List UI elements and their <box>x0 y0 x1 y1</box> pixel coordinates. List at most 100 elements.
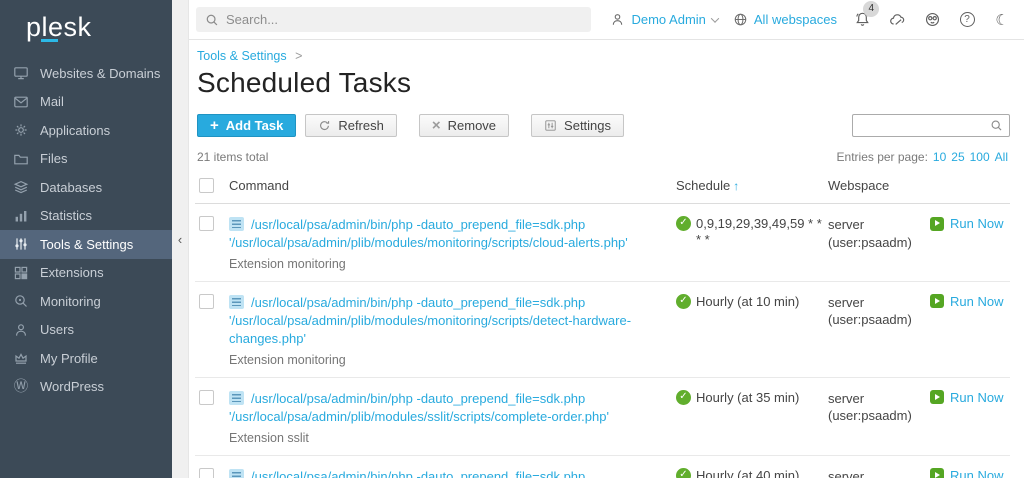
advisor-button[interactable] <box>922 10 942 30</box>
entries-per-page: Entries per page: 10 25 100 All <box>837 150 1008 164</box>
logo-underline-accent <box>41 39 58 42</box>
table-row: /usr/local/psa/admin/bin/php -dauto_prep… <box>195 204 1010 282</box>
settings-button[interactable]: Settings <box>531 114 624 137</box>
sidebar-item-files[interactable]: Files <box>0 145 172 174</box>
command-link[interactable]: /usr/local/psa/admin/bin/php -dauto_prep… <box>229 468 676 478</box>
schedule-value: 0,9,19,29,39,49,59 * * * * <box>696 216 828 249</box>
remove-label: Remove <box>448 118 496 133</box>
run-cell: Run Now <box>930 294 1010 309</box>
webspace-user: (user:psaadm) <box>828 234 930 252</box>
user-menu[interactable]: Demo Admin <box>610 12 717 27</box>
settings-sliders-icon <box>544 119 557 132</box>
row-checkbox[interactable] <box>199 390 214 405</box>
schedule-cell: ✓ 0,9,19,29,39,49,59 * * * * <box>676 216 828 249</box>
select-all-checkbox[interactable] <box>199 178 214 193</box>
run-now-label: Run Now <box>950 294 1003 309</box>
schedule-cell: ✓ Hourly (at 40 min) <box>676 468 828 478</box>
sidebar-collapse-rail[interactable]: ‹ <box>172 0 189 478</box>
command-link[interactable]: /usr/local/psa/admin/bin/php -dauto_prep… <box>229 390 676 426</box>
column-header-webspace[interactable]: Webspace <box>828 178 930 193</box>
breadcrumb-tools-settings-link[interactable]: Tools & Settings <box>197 49 287 63</box>
command-link[interactable]: /usr/local/psa/admin/bin/php -dauto_prep… <box>229 216 676 252</box>
command-script-icon <box>229 217 244 231</box>
refresh-button[interactable]: Refresh <box>305 114 397 137</box>
run-now-link[interactable]: Run Now <box>930 216 1003 231</box>
breadcrumb: Tools & Settings > <box>197 49 1010 63</box>
command-line-1: /usr/local/psa/admin/bin/php -dauto_prep… <box>251 469 585 478</box>
main-area: Demo Admin All webspaces 4 <box>189 0 1024 478</box>
entries-option-all[interactable]: All <box>995 150 1008 164</box>
plesk-logo[interactable]: plesk <box>0 0 172 55</box>
list-filter-input[interactable] <box>859 119 990 133</box>
run-now-link[interactable]: Run Now <box>930 468 1003 478</box>
webspace-user: (user:psaadm) <box>828 407 930 425</box>
refresh-label: Refresh <box>338 118 384 133</box>
command-line-2: '/usr/local/psa/admin/plib/modules/monit… <box>229 312 658 348</box>
command-link[interactable]: /usr/local/psa/admin/bin/php -dauto_prep… <box>229 294 676 348</box>
command-script-icon <box>229 469 244 478</box>
entries-option-100[interactable]: 100 <box>970 150 990 164</box>
global-search-input[interactable] <box>226 12 582 27</box>
webspace-selector[interactable]: All webspaces <box>733 12 837 27</box>
sidebar-item-applications[interactable]: Applications <box>0 116 172 145</box>
schedule-value: Hourly (at 10 min) <box>696 294 799 310</box>
sidebar-item-label: WordPress <box>40 379 104 394</box>
sidebar-item-users[interactable]: Users <box>0 316 172 345</box>
help-button[interactable]: ? <box>957 10 977 30</box>
row-checkbox[interactable] <box>199 216 214 231</box>
row-checkbox[interactable] <box>199 294 214 309</box>
topbar: Demo Admin All webspaces 4 <box>189 0 1024 40</box>
breadcrumb-separator: > <box>295 49 302 63</box>
schedule-value: Hourly (at 40 min) <box>696 468 799 478</box>
notifications-button[interactable]: 4 <box>852 10 872 30</box>
command-script-icon <box>229 391 244 405</box>
active-check-icon: ✓ <box>676 390 691 405</box>
sidebar-item-my-profile[interactable]: My Profile <box>0 344 172 373</box>
sidebar-item-monitoring[interactable]: Monitoring <box>0 287 172 316</box>
sidebar-item-statistics[interactable]: Statistics <box>0 202 172 231</box>
collapse-chevron-icon: ‹ <box>178 232 182 247</box>
sidebar-item-label: Mail <box>40 94 64 109</box>
sidebar-item-websites-domains[interactable]: Websites & Domains <box>0 59 172 88</box>
command-description: Extension sslit <box>229 431 676 445</box>
table-row: /usr/local/psa/admin/bin/php -dauto_prep… <box>195 456 1010 478</box>
sidebar-item-label: Monitoring <box>40 294 101 309</box>
command-line-2: '/usr/local/psa/admin/plib/modules/monit… <box>229 234 658 252</box>
row-checkbox[interactable] <box>199 468 214 478</box>
active-check-icon: ✓ <box>676 294 691 309</box>
entries-option-25[interactable]: 25 <box>951 150 964 164</box>
add-task-button[interactable]: + Add Task <box>197 114 296 137</box>
webspace-name: server <box>828 468 930 478</box>
sidebar-item-wordpress[interactable]: Ⓦ WordPress <box>0 373 172 402</box>
remove-button[interactable]: × Remove <box>419 114 509 137</box>
sidebar-item-label: Extensions <box>40 265 104 280</box>
user-icon <box>13 322 29 338</box>
run-now-link[interactable]: Run Now <box>930 294 1003 309</box>
user-menu-label: Demo Admin <box>631 12 705 27</box>
column-header-schedule[interactable]: Schedule↑ <box>676 178 828 193</box>
feedback-button[interactable] <box>887 10 907 30</box>
sidebar-item-mail[interactable]: Mail <box>0 88 172 117</box>
help-icon: ? <box>960 12 975 27</box>
notifications-badge: 4 <box>863 1 879 17</box>
sidebar-item-label: Files <box>40 151 67 166</box>
sidebar-item-databases[interactable]: Databases <box>0 173 172 202</box>
filter-search-icon[interactable] <box>990 119 1003 132</box>
sidebar-item-label: Tools & Settings <box>40 237 133 252</box>
dark-mode-toggle[interactable]: ☾ <box>992 10 1012 30</box>
sidebar: plesk Websites & Domains Mail Applicatio… <box>0 0 172 478</box>
folder-icon <box>13 151 29 167</box>
sidebar-item-extensions[interactable]: Extensions <box>0 259 172 288</box>
command-cell: /usr/local/psa/admin/bin/php -dauto_prep… <box>229 216 676 271</box>
webspace-name: server <box>828 390 930 408</box>
run-now-label: Run Now <box>950 390 1003 405</box>
schedule-cell: ✓ Hourly (at 35 min) <box>676 390 828 406</box>
column-header-command[interactable]: Command <box>229 178 676 193</box>
sidebar-item-tools-settings[interactable]: Tools & Settings <box>0 230 172 259</box>
entries-label: Entries per page: <box>837 150 928 164</box>
run-now-link[interactable]: Run Now <box>930 390 1003 405</box>
entries-option-10[interactable]: 10 <box>933 150 946 164</box>
cloud-feedback-icon <box>889 11 906 28</box>
table-header: Command Schedule↑ Webspace <box>195 168 1010 204</box>
search-icon <box>205 13 219 27</box>
